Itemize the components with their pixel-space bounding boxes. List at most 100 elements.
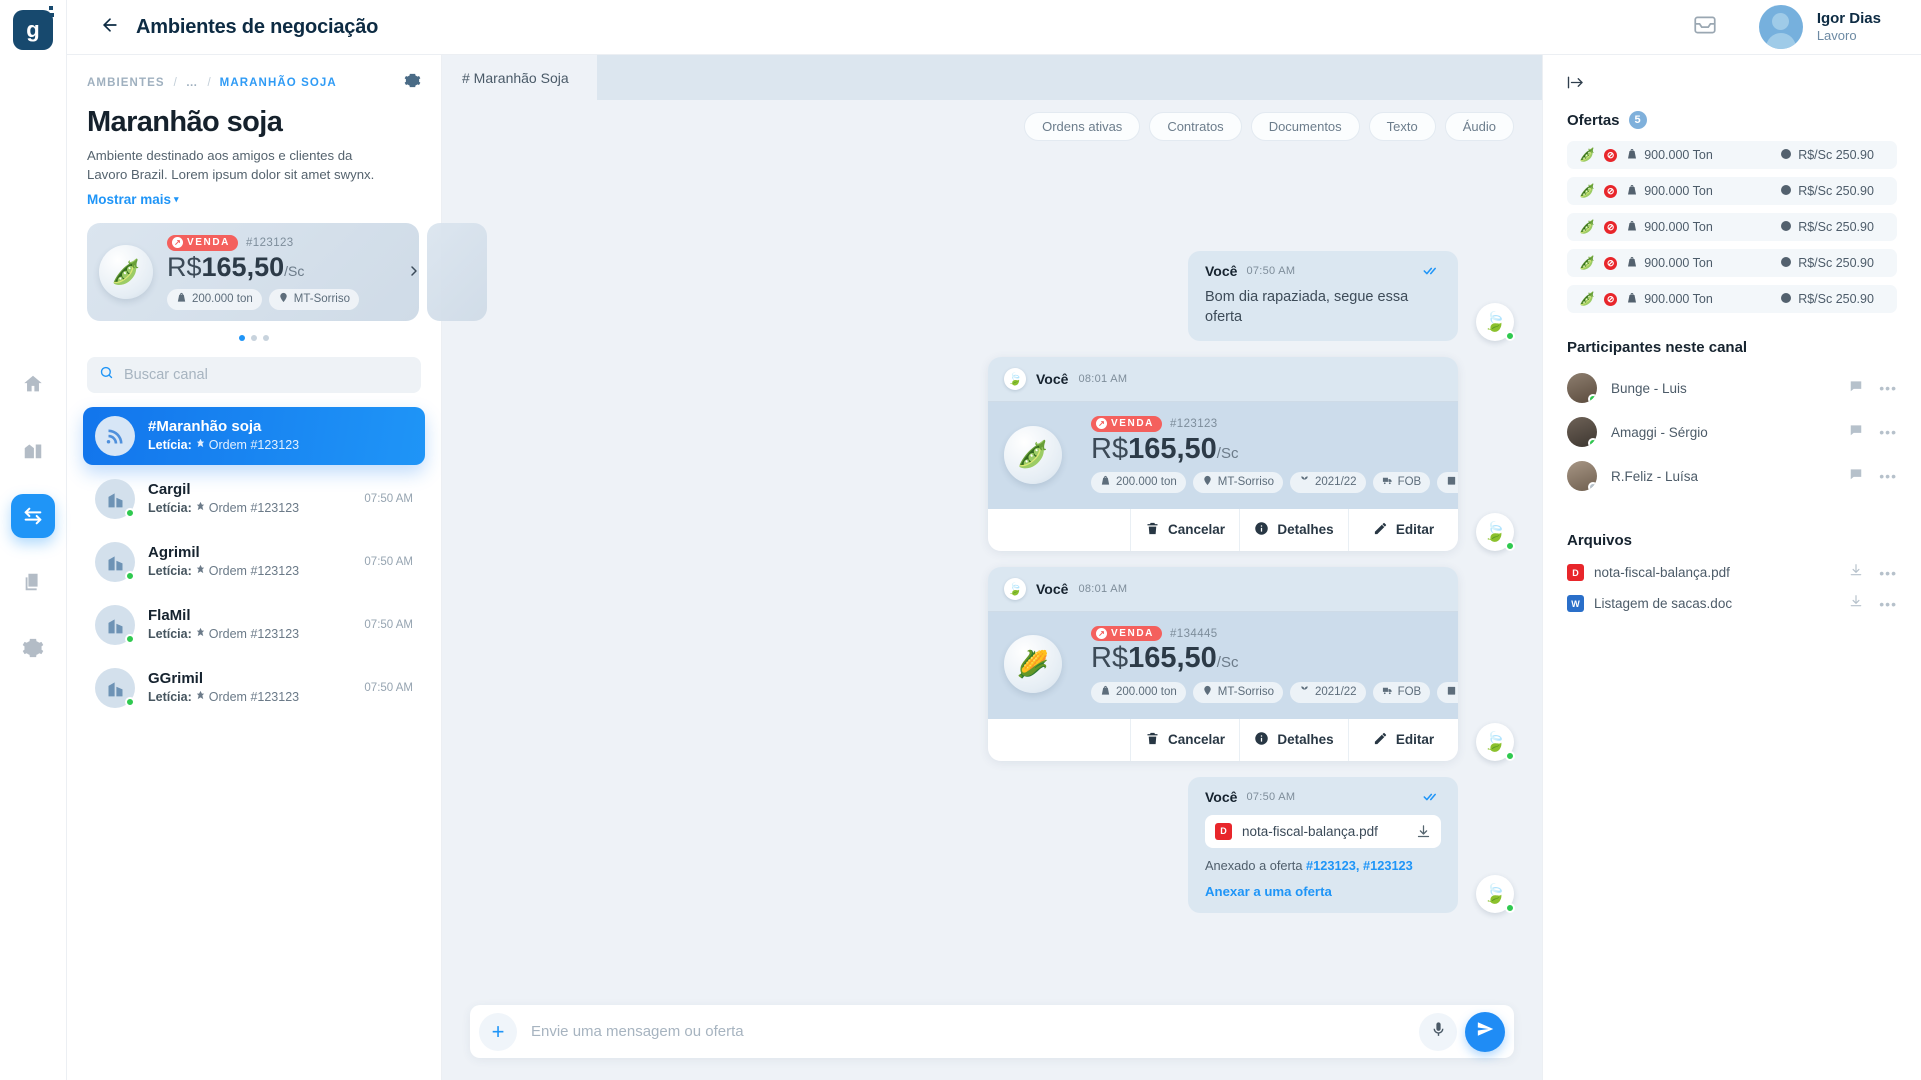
record-audio-button[interactable]: [1419, 1012, 1457, 1051]
page-title: Ambientes de negociação: [136, 15, 379, 38]
details-panel: Ofertas 5 🫛 ⊘ 900.000 Ton R$/Sc 250.90 🫛…: [1542, 55, 1921, 1080]
offer-row[interactable]: 🫛 ⊘ 900.000 Ton R$/Sc 250.90: [1567, 285, 1897, 313]
gear-icon: [22, 637, 44, 659]
double-check-icon: [1423, 265, 1441, 277]
collapse-panel-button[interactable]: [1567, 75, 1585, 95]
offer-details-button[interactable]: Detalhes: [1240, 718, 1349, 761]
offer-chips: 200.000 ton MT-Sorriso: [167, 288, 359, 310]
download-button[interactable]: [1416, 824, 1431, 839]
leaf-avatar-icon: 🍃: [1483, 521, 1507, 543]
price-label: R$/Sc 250.90: [1798, 148, 1874, 162]
tab-maranhao-soja[interactable]: # Maranhão Soja: [442, 55, 597, 100]
filter-contratos[interactable]: Contratos: [1149, 112, 1242, 141]
channel-time: 07:50 AM: [364, 493, 413, 506]
back-button[interactable]: [100, 15, 120, 40]
filter-texto[interactable]: Texto: [1368, 112, 1436, 141]
offer-row[interactable]: 🫛 ⊘ 900.000 Ton R$/Sc 250.90: [1567, 177, 1897, 205]
silo-icon: [22, 439, 44, 461]
channel-item-agrimil[interactable]: Agrimil Letícia: Ordem #123123 07:50 AM: [83, 533, 425, 591]
rail-item-silo[interactable]: [11, 428, 55, 472]
offer-row[interactable]: 🫛 ⊘ 900.000 Ton R$/Sc 250.90: [1567, 249, 1897, 277]
edit-offer-button[interactable]: Editar: [1349, 509, 1458, 551]
participant-row[interactable]: Bunge - Luis •••: [1567, 366, 1897, 410]
message-filters: Ordens ativas Contratos Documentos Texto…: [442, 100, 1542, 141]
more-icon[interactable]: •••: [1879, 468, 1897, 484]
more-icon[interactable]: •••: [1879, 380, 1897, 396]
search-input[interactable]: [124, 367, 409, 384]
info-icon: [1254, 521, 1269, 539]
breadcrumb-item-1[interactable]: …: [186, 77, 199, 89]
channel-name: GGrimil: [148, 670, 204, 688]
attached-refs[interactable]: #123123, #123123: [1306, 858, 1413, 873]
file-row[interactable]: W Listagem de sacas.doc •••: [1567, 588, 1897, 619]
offer-row[interactable]: 🫛 ⊘ 900.000 Ton R$/Sc 250.90: [1567, 213, 1897, 241]
message-author: Você: [1205, 788, 1238, 805]
preview-text: Ordem #123123: [208, 501, 300, 516]
cancel-offer-button[interactable]: Cancelar: [1131, 718, 1240, 761]
channel-item-cargil[interactable]: Cargil Letícia: Ordem #123123 07:50 AM: [83, 470, 425, 528]
attach-to-offer-link[interactable]: Anexar a uma oferta: [1205, 884, 1441, 899]
rail-item-settings[interactable]: [11, 626, 55, 670]
app-logo[interactable]: g: [13, 6, 54, 50]
chip-label: MT-Sorriso: [1217, 476, 1274, 489]
search-box[interactable]: [87, 357, 421, 394]
more-icon[interactable]: •••: [1879, 565, 1897, 581]
attached-file[interactable]: D nota-fiscal-balança.pdf: [1205, 814, 1441, 848]
offer-details-button[interactable]: Detalhes: [1240, 508, 1349, 551]
inbox-button[interactable]: [1691, 12, 1719, 43]
channel-item-flamil[interactable]: FlaMil Letícia: Ordem #123123 07:50 AM: [83, 596, 425, 654]
offer-icon: [195, 437, 206, 454]
offer-icon: [195, 500, 206, 517]
chip-label: 200.000 ton: [1116, 476, 1177, 489]
user-menu[interactable]: Igor Dias Lavoro: [1758, 5, 1881, 49]
cancel-offer-button[interactable]: Cancelar: [1131, 508, 1240, 551]
file-row[interactable]: D nota-fiscal-balança.pdf •••: [1567, 557, 1897, 588]
offer-id: #123123: [246, 236, 294, 249]
sidebar-offer-card[interactable]: 🫛 ↗ VENDA #123123 R$165,50/Sc 200.000 to…: [87, 223, 419, 322]
more-icon[interactable]: •••: [1879, 596, 1897, 612]
message-time: 07:50 AM: [1246, 265, 1296, 277]
chat-tabbar: # Maranhão Soja: [442, 55, 1542, 100]
message-input[interactable]: [531, 1023, 1419, 1040]
calendar-icon: [1446, 685, 1457, 699]
download-icon[interactable]: [1849, 594, 1863, 613]
download-icon[interactable]: [1849, 563, 1863, 582]
carousel-next-button[interactable]: [404, 264, 423, 283]
offer-row[interactable]: 🫛 ⊘ 900.000 Ton R$/Sc 250.90: [1567, 141, 1897, 169]
channel-name: #Maranhão soja: [148, 418, 262, 436]
location-icon: [1202, 685, 1213, 699]
action-label: Editar: [1395, 522, 1435, 538]
currency: R$: [167, 251, 202, 282]
chat-bubble-icon[interactable]: [1849, 423, 1863, 442]
show-more-button[interactable]: Mostrar mais ▾: [67, 184, 441, 207]
message-offer-card-134445: 🍃 Você 08:01 AM 🌽 ↗ VENDA #134445 R$165,…: [988, 566, 1458, 761]
filter-ordens-ativas[interactable]: Ordens ativas: [1024, 112, 1141, 141]
channel-item-ggrimil[interactable]: GGrimil Letícia: Ordem #123123 07:50 AM: [83, 659, 425, 717]
breadcrumb-item-0[interactable]: AMBIENTES: [87, 77, 165, 89]
sidebar-offer-card-next[interactable]: [427, 223, 487, 322]
environment-settings-button[interactable]: [404, 72, 421, 94]
chat-bubble-icon[interactable]: [1849, 379, 1863, 398]
participant-row[interactable]: Amaggi - Sérgio •••: [1567, 410, 1897, 454]
chat-bubble-icon[interactable]: [1849, 467, 1863, 486]
blocked-icon: ⊘: [1604, 220, 1618, 234]
rail-item-home[interactable]: [11, 362, 55, 406]
filter-documentos[interactable]: Documentos: [1250, 112, 1360, 141]
rail-item-invoices[interactable]: [11, 560, 55, 604]
more-icon[interactable]: •••: [1879, 424, 1897, 440]
offer-meta: ↗ VENDA #134445: [1091, 625, 1458, 642]
weight-icon: [1100, 475, 1111, 489]
add-attachment-button[interactable]: +: [479, 1012, 517, 1051]
offer-quantity: 900.000 Ton: [1626, 148, 1771, 163]
filter-audio[interactable]: Áudio: [1444, 112, 1514, 141]
breadcrumb-item-2[interactable]: MARANHÃO SOJA: [220, 77, 337, 89]
files-section: Arquivos D nota-fiscal-balança.pdf ••• W…: [1567, 532, 1897, 619]
avatar: [1567, 373, 1597, 403]
offer-card-header: 🍃 Você 08:01 AM: [988, 357, 1458, 403]
participant-row[interactable]: R.Feliz - Luísa •••: [1567, 454, 1897, 498]
channel-item-maranhao-soja[interactable]: #Maranhão soja Letícia: Ordem #123123: [83, 407, 425, 466]
edit-offer-button[interactable]: Editar: [1349, 719, 1458, 761]
location-icon: [278, 292, 289, 306]
send-button[interactable]: [1465, 1011, 1505, 1052]
rail-item-negotiation[interactable]: [11, 494, 55, 538]
